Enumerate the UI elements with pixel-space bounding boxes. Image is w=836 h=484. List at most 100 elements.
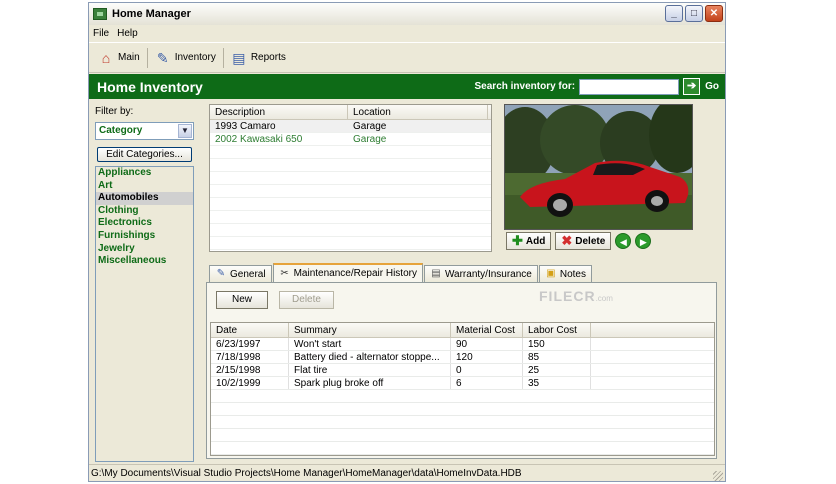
page-title: Home Inventory <box>97 78 203 95</box>
toolbar-main-label: Main <box>118 52 140 63</box>
delete-photo-button[interactable]: ✖ Delete <box>555 232 612 250</box>
search-label: Search inventory for: <box>474 81 576 92</box>
cell-date: 7/18/1998 <box>211 351 289 363</box>
add-photo-button[interactable]: ✚ Add <box>506 232 552 250</box>
empty-row <box>211 390 714 403</box>
table-row[interactable]: 7/18/1998 Battery died - alternator stop… <box>211 351 714 364</box>
grid-header: Date Summary Material Cost Labor Cost <box>211 323 714 338</box>
item-photo <box>504 104 693 230</box>
empty-row <box>210 159 491 172</box>
cell-summary: Won't start <box>289 338 451 350</box>
cell-date: 2/15/1998 <box>211 364 289 376</box>
watermark-suffix: .com <box>595 294 613 303</box>
cell-description: 2002 Kawasaki 650 <box>215 134 303 145</box>
column-header-labor-cost[interactable]: Labor Cost <box>523 323 591 337</box>
menu-bar: File Help <box>89 25 725 42</box>
new-record-button[interactable]: New <box>216 291 268 309</box>
car-photo-image <box>505 105 692 229</box>
category-item[interactable]: Jewelry <box>96 243 193 256</box>
cell-description: 1993 Camaro <box>215 121 276 132</box>
general-icon: ✎ <box>216 268 226 279</box>
toolbar-reports-button[interactable]: ▤ Reports <box>226 48 291 68</box>
next-photo-icon[interactable]: ▶ <box>635 233 652 249</box>
category-item[interactable]: Electronics <box>96 217 193 230</box>
close-button[interactable]: ✕ <box>705 5 723 22</box>
column-header-summary[interactable]: Summary <box>289 323 451 337</box>
maximize-button[interactable]: □ <box>685 5 703 22</box>
tab-notes[interactable]: ▣ Notes <box>538 265 592 282</box>
tab-maintenance-label: Maintenance/Repair History <box>293 268 417 279</box>
column-header-location[interactable]: Location <box>348 105 488 119</box>
cell-material-cost: 0 <box>451 364 523 376</box>
table-row[interactable]: 2/15/1998 Flat tire 0 25 <box>211 364 714 377</box>
minimize-button[interactable]: _ <box>665 5 683 22</box>
window-controls: _ □ ✕ <box>665 5 723 22</box>
empty-row <box>210 146 491 159</box>
tab-warranty[interactable]: ▤ Warranty/Insurance <box>423 265 538 282</box>
maintenance-grid: Date Summary Material Cost Labor Cost 6/… <box>210 322 715 456</box>
tab-general-label: General <box>230 268 266 280</box>
plus-icon: ✚ <box>512 233 523 248</box>
cell-location: Garage <box>353 134 387 145</box>
cell-material-cost: 6 <box>451 377 523 389</box>
menu-help[interactable]: Help <box>117 28 138 39</box>
app-window: Home Manager _ □ ✕ File Help ⌂ Main ✎ In… <box>88 2 726 482</box>
photo-controls: ✚ Add ✖ Delete ◀ ▶ <box>506 232 652 250</box>
filter-select[interactable]: Category ▼ <box>95 122 194 140</box>
category-item-selected[interactable]: Automobiles <box>96 192 193 205</box>
column-header-description[interactable]: Description <box>210 105 348 119</box>
menu-file[interactable]: File <box>93 28 109 39</box>
table-row[interactable]: 2002 Kawasaki 650 Garage <box>210 133 491 146</box>
add-photo-label: Add <box>525 235 546 247</box>
toolbar: ⌂ Main ✎ Inventory ▤ Reports <box>89 42 725 73</box>
document-icon: ▤ <box>431 268 441 279</box>
edit-categories-button[interactable]: Edit Categories... <box>97 147 192 162</box>
go-button[interactable]: Go <box>705 81 719 92</box>
table-row[interactable]: 6/23/1997 Won't start 90 150 <box>211 338 714 351</box>
toolbar-inventory-label: Inventory <box>174 52 216 63</box>
go-arrow-icon[interactable]: ➔ <box>683 78 701 95</box>
tab-warranty-label: Warranty/Insurance <box>444 268 532 280</box>
inventory-items-grid: Description Location 1993 Camaro Garage … <box>209 104 492 252</box>
window-title: Home Manager <box>112 8 191 20</box>
notes-icon: ▣ <box>546 268 556 279</box>
filter-label: Filter by: <box>95 106 134 117</box>
tab-notes-label: Notes <box>559 268 586 280</box>
resize-grip[interactable] <box>713 471 723 481</box>
previous-photo-icon[interactable]: ◀ <box>615 233 632 249</box>
detail-tabs: ✎ General ✂ Maintenance/Repair History ▤… <box>209 263 593 282</box>
empty-row <box>211 416 714 429</box>
empty-row <box>211 403 714 416</box>
search-input[interactable] <box>579 78 680 95</box>
cell-labor-cost: 150 <box>523 338 591 350</box>
category-item[interactable]: Appliances <box>96 167 193 180</box>
cell-material-cost: 90 <box>451 338 523 350</box>
clipboard-icon: ✎ <box>156 49 169 66</box>
empty-row <box>210 172 491 185</box>
title-bar[interactable]: Home Manager _ □ ✕ <box>89 3 725 25</box>
category-item[interactable]: Miscellaneous <box>96 255 193 268</box>
category-item[interactable]: Furnishings <box>96 230 193 243</box>
column-header-date[interactable]: Date <box>211 323 289 337</box>
delete-record-button[interactable]: Delete <box>279 291 334 309</box>
tab-general[interactable]: ✎ General <box>209 265 272 282</box>
app-icon <box>93 8 107 20</box>
table-row[interactable]: 1993 Camaro Garage <box>210 120 491 133</box>
column-header-material-cost[interactable]: Material Cost <box>451 323 523 337</box>
tab-maintenance[interactable]: ✂ Maintenance/Repair History <box>272 263 423 282</box>
grid-header: Description Location <box>210 105 491 120</box>
table-row[interactable]: 10/2/1999 Spark plug broke off 6 35 <box>211 377 714 390</box>
empty-row <box>210 224 491 237</box>
category-item[interactable]: Clothing <box>96 205 193 218</box>
filter-panel: Filter by: Category ▼ Edit Categories...… <box>95 106 195 462</box>
toolbar-main-button[interactable]: ⌂ Main <box>93 48 145 68</box>
chevron-down-icon[interactable]: ▼ <box>178 124 192 138</box>
toolbar-separator <box>222 47 224 68</box>
category-item[interactable]: Art <box>96 180 193 193</box>
delete-x-icon: ✖ <box>561 233 573 248</box>
empty-row <box>211 429 714 442</box>
empty-row <box>210 198 491 211</box>
toolbar-inventory-button[interactable]: ✎ Inventory <box>150 48 221 68</box>
cell-summary: Flat tire <box>289 364 451 376</box>
report-icon: ▤ <box>232 49 246 66</box>
